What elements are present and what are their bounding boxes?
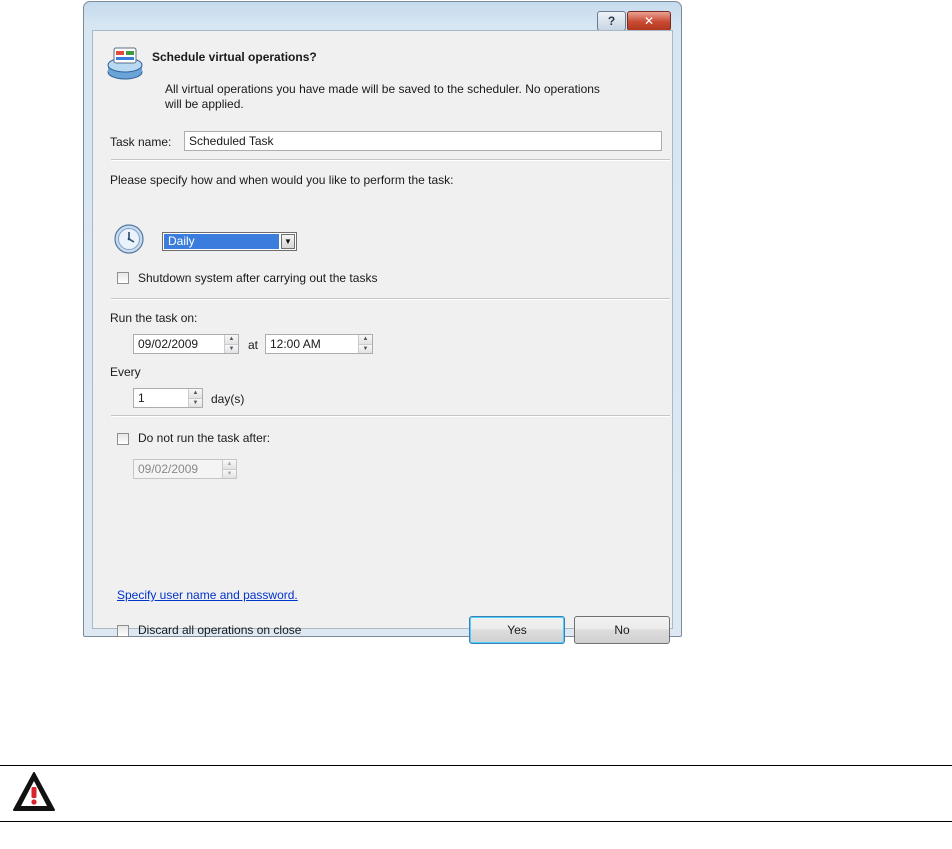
spin-up-icon[interactable]: ▲ [224, 335, 238, 344]
every-unit-label: day(s) [211, 392, 245, 406]
run-on-label: Run the task on: [110, 311, 198, 325]
every-spinner[interactable]: ▲ ▼ [188, 389, 202, 407]
dialog-client-area: Schedule virtual operations? All virtual… [92, 30, 673, 644]
close-button[interactable]: ✕ [627, 11, 671, 31]
task-name-label: Task name: [110, 135, 172, 149]
every-value: 1 [138, 391, 145, 405]
separator [111, 159, 670, 161]
frequency-selected-value: Daily [164, 234, 279, 249]
end-date-checkbox[interactable] [117, 433, 129, 445]
yes-button-label: Yes [507, 623, 527, 637]
end-date-value: 09/02/2009 [138, 462, 199, 476]
schedule-prompt: Please specify how and when would you li… [110, 173, 454, 187]
spin-up-icon[interactable]: ▲ [358, 335, 372, 344]
separator [111, 298, 670, 300]
clock-icon [114, 224, 144, 254]
shutdown-label: Shutdown system after carrying out the t… [138, 271, 378, 285]
run-time-input[interactable]: 12:00 AM ▲ ▼ [265, 334, 373, 354]
spin-down-icon[interactable]: ▼ [358, 343, 372, 353]
run-date-input[interactable]: 09/02/2009 ▲ ▼ [133, 334, 239, 354]
every-input[interactable]: 1 ▲ ▼ [133, 388, 203, 408]
close-icon: ✕ [643, 14, 655, 28]
warning-top-rule [0, 765, 952, 766]
spin-up-icon[interactable]: ▲ [188, 389, 202, 398]
shutdown-checkbox[interactable] [117, 272, 129, 284]
credentials-link[interactable]: Specify user name and password. [117, 588, 298, 602]
no-button-label: No [614, 623, 630, 637]
no-button[interactable]: No [574, 616, 670, 644]
help-icon: ? [607, 14, 616, 28]
help-button[interactable]: ? [597, 11, 626, 31]
schedule-operations-icon [107, 47, 143, 80]
yes-button[interactable]: Yes [469, 616, 565, 644]
warning-icon [13, 772, 55, 811]
spin-down-icon[interactable]: ▼ [224, 343, 238, 353]
every-label: Every [110, 365, 141, 379]
frequency-select[interactable]: Daily ▼ [162, 232, 297, 251]
chevron-down-icon[interactable]: ▼ [281, 234, 295, 249]
run-date-value: 09/02/2009 [138, 337, 199, 351]
end-date-input[interactable]: 09/02/2009 ▲ ▼ [133, 459, 237, 479]
warning-bottom-rule [0, 821, 952, 822]
end-date-spinner[interactable]: ▲ ▼ [222, 460, 236, 478]
dialog-title: Schedule virtual operations? [152, 50, 317, 64]
end-date-label: Do not run the task after: [138, 431, 271, 445]
spin-down-icon[interactable]: ▼ [222, 468, 236, 478]
dialog-description: All virtual operations you have made wil… [165, 82, 600, 111]
task-name-input[interactable]: Scheduled Task [184, 131, 662, 151]
run-date-spinner[interactable]: ▲ ▼ [224, 335, 238, 353]
spin-up-icon[interactable]: ▲ [222, 460, 236, 469]
run-time-value: 12:00 AM [270, 337, 321, 351]
separator [111, 415, 670, 417]
run-time-spinner[interactable]: ▲ ▼ [358, 335, 372, 353]
discard-label: Discard all operations on close [138, 623, 302, 637]
discard-checkbox[interactable] [117, 625, 129, 637]
spin-down-icon[interactable]: ▼ [188, 397, 202, 407]
schedule-dialog: ? ✕ Schedule virtual operations? All vir… [83, 1, 682, 644]
at-label: at [248, 338, 259, 352]
